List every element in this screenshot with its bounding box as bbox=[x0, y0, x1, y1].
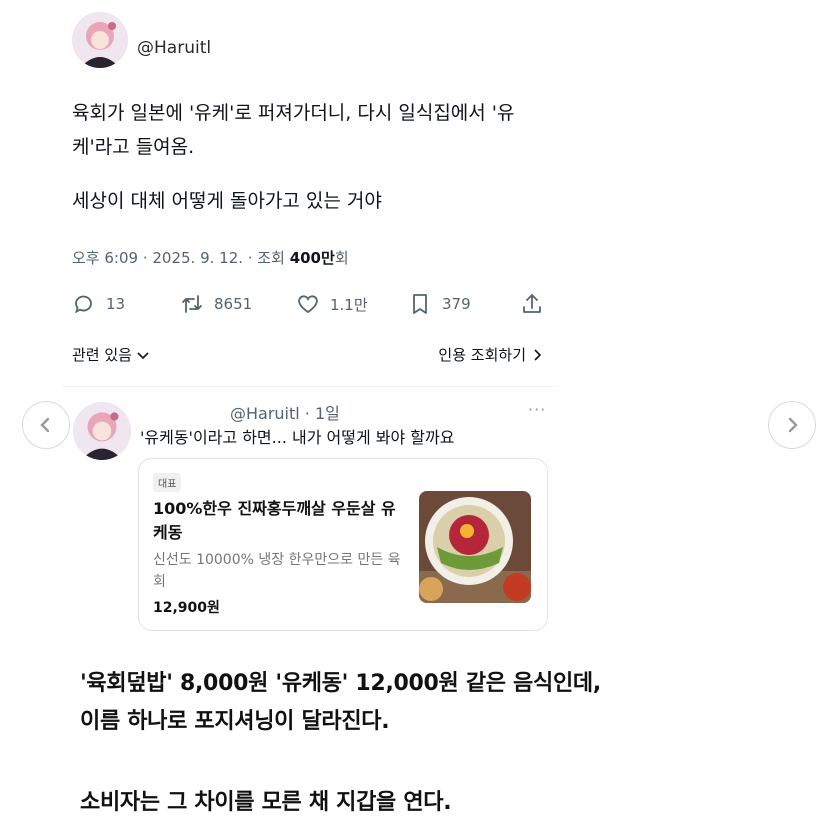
divider bbox=[62, 386, 558, 387]
avatar[interactable] bbox=[72, 12, 128, 68]
chevron-left-icon bbox=[40, 417, 50, 433]
author-handle[interactable]: @Haruitl bbox=[137, 38, 211, 58]
reply-avatar[interactable] bbox=[73, 402, 131, 460]
reply-handle[interactable]: @Haruitl · 1일 bbox=[230, 400, 340, 424]
like-count: 1.1만 bbox=[330, 295, 368, 314]
chevron-down-icon bbox=[137, 351, 149, 359]
card-tag: 대표 bbox=[153, 473, 182, 492]
like-button[interactable]: 1.1만 bbox=[296, 290, 368, 318]
reply-icon bbox=[75, 295, 92, 314]
tweet-text-line1: 육회가 일본에 '유케'로 퍼져가더니, 다시 일식집에서 '유 bbox=[72, 102, 515, 124]
view-suffix: 회 bbox=[334, 249, 349, 267]
like-icon bbox=[298, 295, 318, 314]
card-description: 신선도 10000% 냉장 한우만으로 만든 육회 bbox=[153, 552, 401, 590]
share-icon bbox=[523, 294, 541, 313]
card-title: 100%한우 진짜홍두깨살 우둔살 유케동 bbox=[153, 499, 396, 542]
chevron-right-icon bbox=[534, 348, 542, 361]
tweet-text-line3: 세상이 대체 어떻게 돌아가고 있는 거야 bbox=[72, 190, 382, 212]
related-toggle[interactable]: 관련 있음 bbox=[72, 344, 151, 365]
tweet-text-line2: 케'라고 들여옴. bbox=[72, 136, 195, 158]
more-icon[interactable]: ··· bbox=[528, 400, 546, 419]
card-price: 12,900원 bbox=[153, 600, 220, 616]
food-image bbox=[419, 491, 531, 603]
reply-count: 13 bbox=[106, 295, 126, 313]
caption-line3: 소비자는 그 차이를 모른 채 지갑을 연다. bbox=[80, 790, 452, 815]
tweet-timestamp[interactable]: 오후 6:09 · 2025. 9. 12. · 조회 bbox=[72, 249, 290, 267]
bookmark-count: 379 bbox=[442, 295, 471, 313]
caption-line1: '육회덮밥' 8,000원 '유케동' 12,000원 같은 음식인데, bbox=[80, 671, 601, 696]
share-button[interactable] bbox=[520, 290, 544, 318]
action-bar: 13 8651 1.1만 379 bbox=[72, 290, 548, 318]
tweet-meta: 오후 6:09 · 2025. 9. 12. · 조회 400만회 bbox=[72, 247, 349, 268]
bookmark-icon bbox=[413, 294, 427, 314]
retweet-button[interactable]: 8651 bbox=[180, 290, 252, 318]
chevron-right-icon bbox=[788, 417, 798, 433]
quotes-label: 인용 조회하기 bbox=[438, 346, 526, 364]
reply-text: '유케동'이라고 하면... 내가 어떻게 봐야 할까요 bbox=[140, 428, 455, 447]
view-count: 400만 bbox=[289, 249, 335, 267]
view-quotes-link[interactable]: 인용 조회하기 bbox=[438, 344, 544, 365]
retweet-icon bbox=[182, 295, 202, 313]
next-button[interactable] bbox=[768, 401, 816, 449]
related-label: 관련 있음 bbox=[72, 346, 132, 364]
retweet-count: 8651 bbox=[214, 295, 253, 313]
bookmark-button[interactable]: 379 bbox=[408, 290, 471, 318]
reply-button[interactable]: 13 bbox=[72, 290, 125, 318]
product-card[interactable]: 대표 100%한우 진짜홍두깨살 우둔살 유케동 신선도 10000% 냉장 한… bbox=[138, 458, 548, 631]
caption-line2: 이름 하나로 포지셔닝이 달라진다. bbox=[80, 709, 390, 734]
prev-button[interactable] bbox=[22, 401, 70, 449]
